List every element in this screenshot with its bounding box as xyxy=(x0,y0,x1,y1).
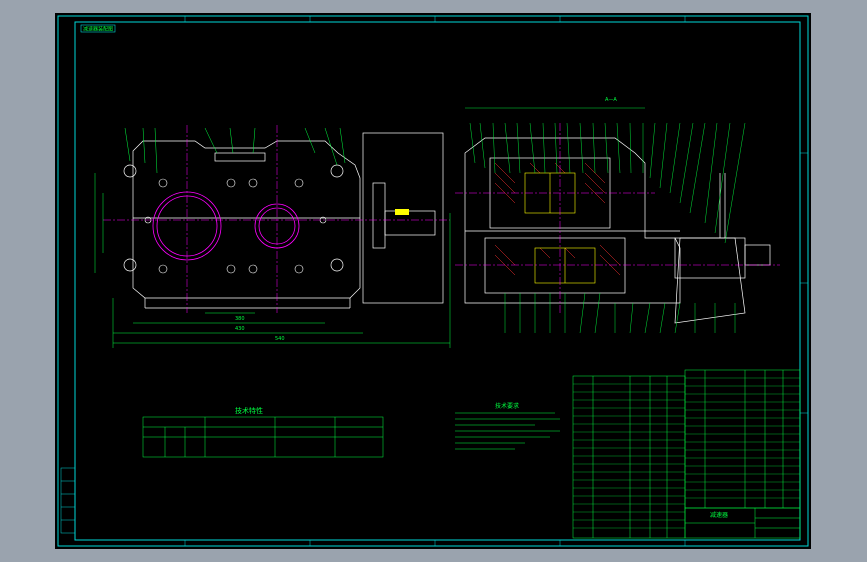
cad-drawing: 减速器装配图 380 430 540 A—A 技术特性 技术要求 减速器 xyxy=(57,15,809,547)
bom-rows xyxy=(573,377,800,529)
tech-spec-title: 技术特性 xyxy=(235,406,263,415)
center-lines xyxy=(103,125,450,313)
front-view xyxy=(123,132,444,309)
drawing-tag: 减速器装配图 xyxy=(83,26,113,33)
section-center-lines xyxy=(455,123,780,313)
dim-label-1: 380 xyxy=(235,316,245,322)
section-leaders xyxy=(465,107,746,334)
dim-label-2: 430 xyxy=(235,326,245,332)
dimensions-left xyxy=(94,127,451,348)
bom-table xyxy=(572,369,801,539)
title-block xyxy=(684,507,801,539)
dim-label-3: 540 xyxy=(275,336,285,342)
cad-viewport[interactable]: 减速器装配图 380 430 540 A—A 技术特性 技术要求 减速器 xyxy=(55,13,811,549)
title-block-name: 减速器 xyxy=(710,511,728,519)
tech-req-title: 技术要求 xyxy=(495,402,519,410)
section-label: A—A xyxy=(605,97,617,103)
frame-ticks xyxy=(184,16,808,546)
tech-spec-table xyxy=(142,416,384,458)
outer-frame xyxy=(57,15,809,547)
tech-req-lines xyxy=(455,412,560,450)
inner-frame xyxy=(74,21,801,541)
shaft-key-accent xyxy=(395,209,409,215)
section-hatching xyxy=(494,162,621,276)
revision-box xyxy=(60,467,76,534)
